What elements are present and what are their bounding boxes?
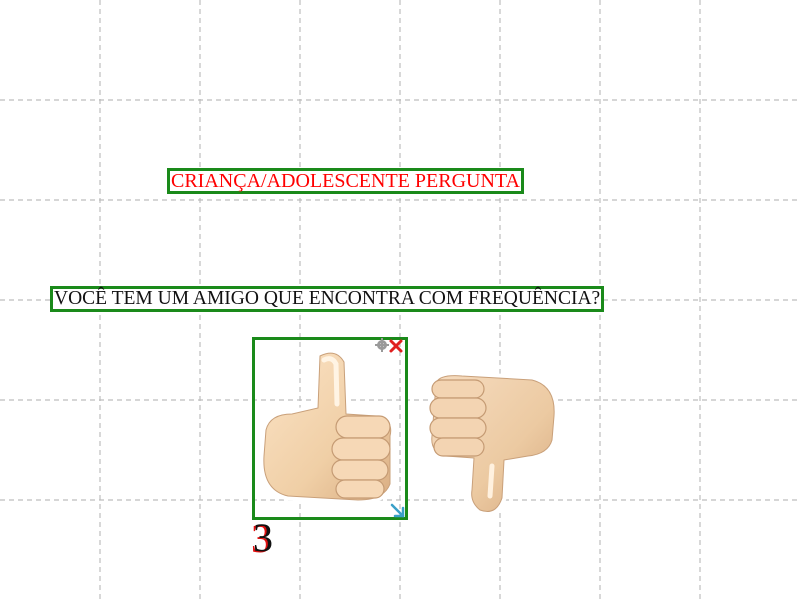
thumbs-up-icon[interactable] (258, 344, 398, 504)
title-text: CRIANÇA/ADOLESCENTE PERGUNTA (171, 170, 520, 192)
close-icon[interactable] (388, 338, 404, 354)
thumbs-down-icon[interactable] (422, 370, 562, 518)
gear-icon[interactable] (375, 338, 389, 352)
selection-number-badge: 3 (253, 515, 273, 560)
title-text-box[interactable]: CRIANÇA/ADOLESCENTE PERGUNTA (167, 168, 524, 194)
question-text: VOCÊ TEM UM AMIGO QUE ENCONTRA COM FREQU… (54, 288, 601, 309)
resize-arrow-icon[interactable] (389, 502, 407, 520)
question-text-box[interactable]: VOCÊ TEM UM AMIGO QUE ENCONTRA COM FREQU… (50, 286, 605, 312)
